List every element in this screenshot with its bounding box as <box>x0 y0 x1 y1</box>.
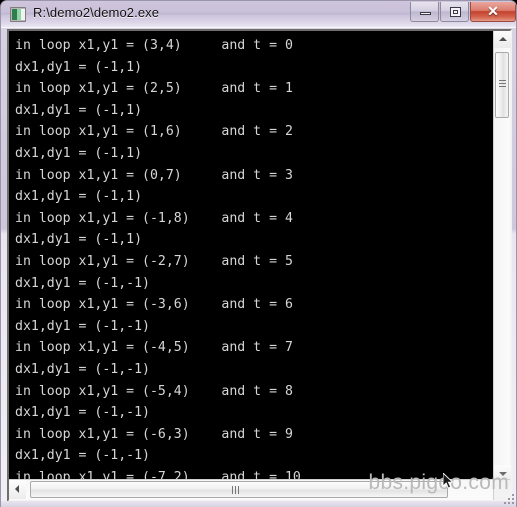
maximize-button[interactable] <box>440 2 469 22</box>
window-title: R:\demo2\demo2.exe <box>33 5 160 20</box>
hscroll-thumb-grip-icon <box>232 486 241 494</box>
horizontal-scrollbar[interactable] <box>9 479 510 500</box>
scroll-up-button[interactable] <box>494 31 511 48</box>
scroll-up-arrow-icon <box>499 37 507 41</box>
console-output-text: in loop x1,y1 = (3,4) and t = 0 dx1,dy1 … <box>15 38 301 482</box>
window-controls: ✕ <box>409 2 516 22</box>
vertical-scrollbar[interactable] <box>493 31 511 482</box>
console-output-surface[interactable]: in loop x1,y1 = (3,4) and t = 0 dx1,dy1 … <box>9 31 493 482</box>
minimize-icon <box>420 12 431 15</box>
scroll-thumb-grip-icon <box>499 80 506 87</box>
console-app-icon <box>10 7 26 22</box>
close-button[interactable]: ✕ <box>470 2 516 22</box>
maximize-icon <box>450 7 461 17</box>
minimize-button[interactable] <box>410 2 439 22</box>
close-icon: ✕ <box>487 3 499 19</box>
console-client-area: in loop x1,y1 = (3,4) and t = 0 dx1,dy1 … <box>7 29 512 502</box>
horizontal-scroll-thumb[interactable] <box>30 481 448 498</box>
window-bottom-frame <box>1 494 516 507</box>
console-window: R:\demo2\demo2.exe ✕ in loop x1,y1 = (3,… <box>0 0 517 507</box>
scroll-down-arrow-icon <box>499 472 507 476</box>
title-bar[interactable]: R:\demo2\demo2.exe ✕ <box>1 1 516 28</box>
scroll-left-arrow-icon <box>15 485 19 493</box>
vertical-scroll-thumb[interactable] <box>495 52 509 118</box>
scroll-left-button[interactable] <box>9 480 26 499</box>
resize-grip[interactable] <box>502 492 514 504</box>
